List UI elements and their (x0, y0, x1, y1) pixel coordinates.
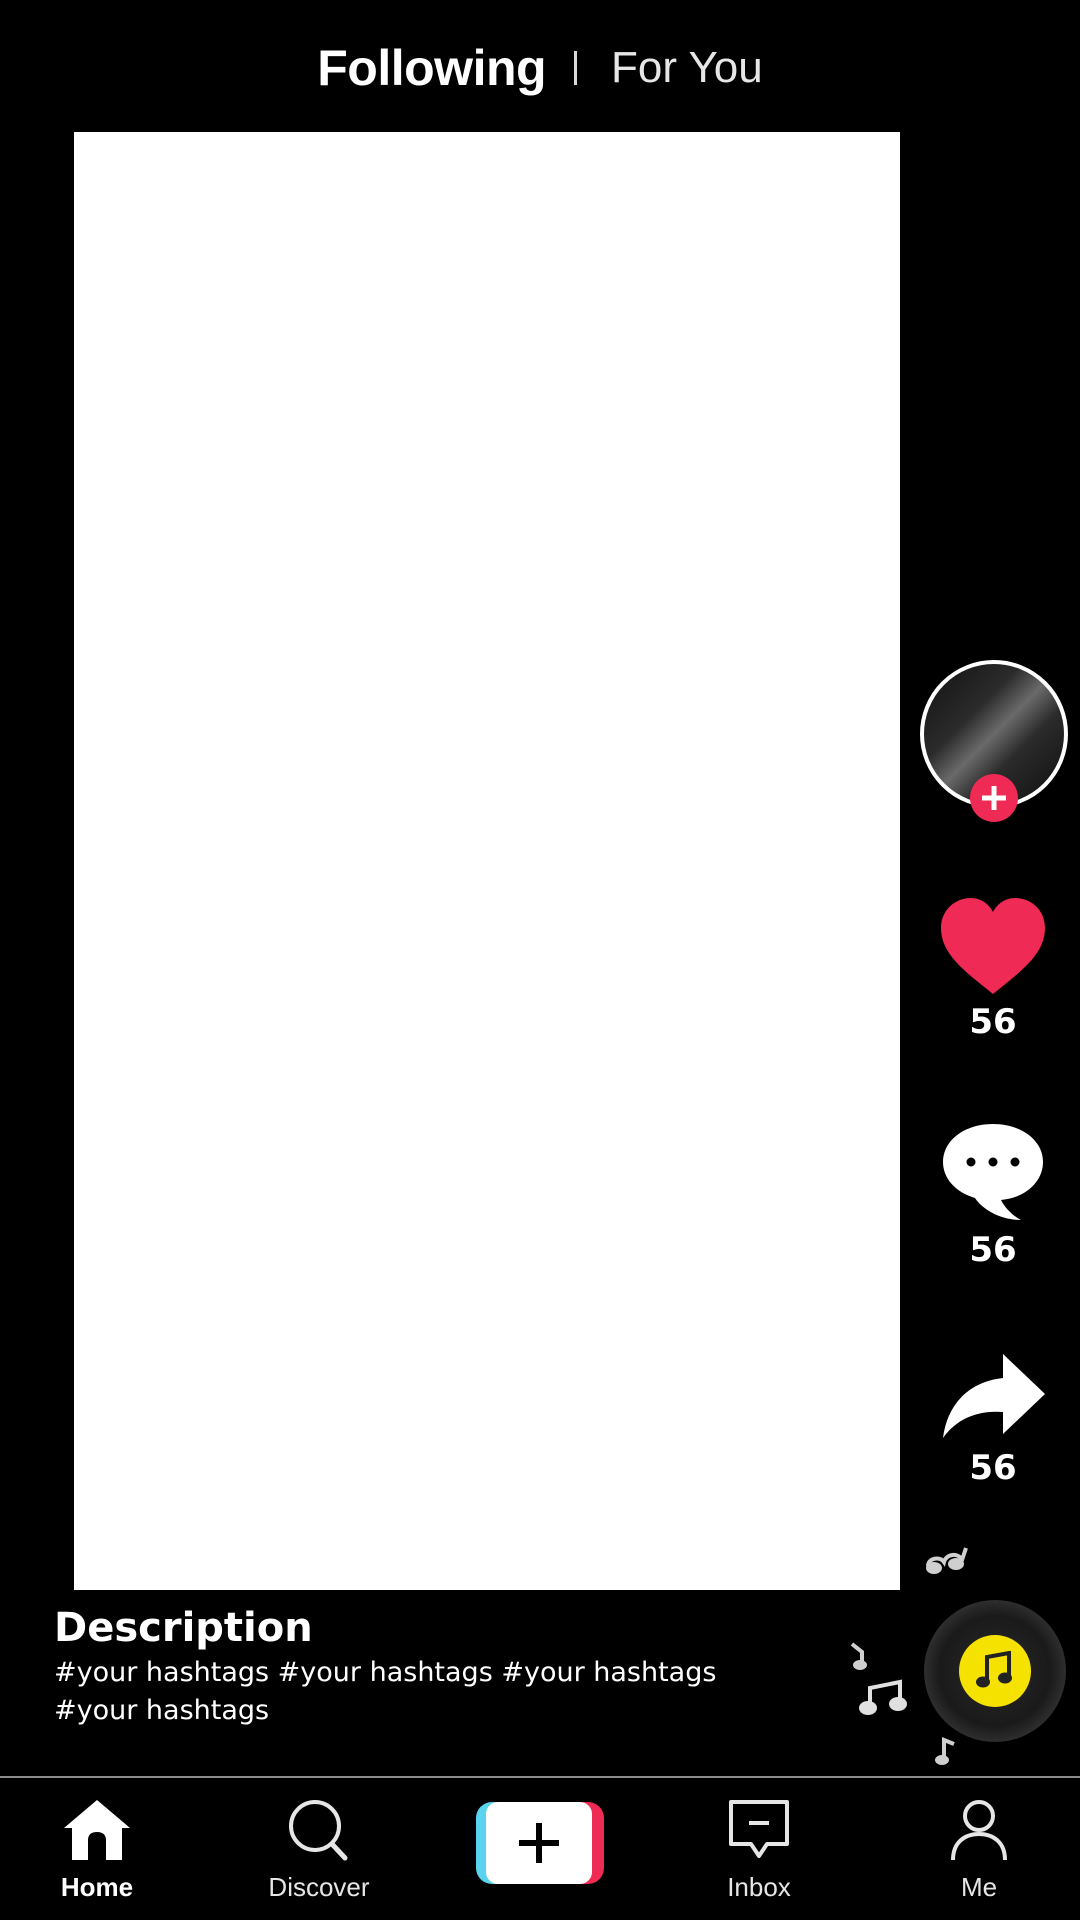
plus-icon (982, 786, 1006, 810)
music-note-icon (850, 1642, 867, 1670)
like-count: 56 (969, 1002, 1017, 1042)
tab-for-you[interactable]: For You (611, 46, 763, 90)
music-note-icon (859, 1679, 907, 1715)
follow-button[interactable] (970, 774, 1018, 822)
nav-me-label: Me (960, 1872, 998, 1902)
share-button[interactable]: 56 (930, 1352, 1056, 1488)
nav-me[interactable]: Me (899, 1798, 1059, 1903)
create-button[interactable] (476, 1802, 604, 1884)
music-note-icon (976, 1651, 1012, 1688)
nav-inbox-label: Inbox (727, 1872, 791, 1902)
tab-following[interactable]: Following (317, 43, 546, 93)
nav-discover-label: Discover (268, 1872, 370, 1902)
hashtags-line[interactable]: #your hashtags (54, 1692, 814, 1730)
music-note-icon (926, 1547, 968, 1574)
like-button[interactable]: 56 (930, 896, 1056, 1042)
music-note-icon (935, 1737, 955, 1765)
nav-home-label: Home (60, 1872, 134, 1902)
inbox-icon (729, 1800, 789, 1858)
heart-icon (941, 898, 1045, 994)
description-title: Description (54, 1605, 313, 1651)
create-button-face (486, 1802, 592, 1884)
hashtags-line[interactable]: #your hashtags #your hashtags #your hash… (54, 1654, 814, 1692)
feed-tabs: Following For You (0, 30, 1080, 106)
comment-button[interactable]: 56 (930, 1120, 1056, 1270)
video-description: Description #your hashtags #your hashtag… (54, 1602, 814, 1730)
comment-icon (943, 1124, 1043, 1220)
nav-discover[interactable]: Discover (239, 1798, 399, 1903)
video-player[interactable] (74, 132, 900, 1590)
share-count: 56 (969, 1448, 1017, 1488)
home-icon (64, 1800, 130, 1860)
comment-count: 56 (969, 1230, 1017, 1270)
music-disc[interactable] (924, 1600, 1066, 1742)
screen: Following For You 56 56 56 Description #… (0, 0, 1080, 1920)
search-icon (289, 1800, 348, 1861)
nav-home[interactable]: Home (17, 1798, 177, 1903)
share-icon (943, 1354, 1045, 1438)
plus-icon (519, 1823, 559, 1863)
profile-icon (951, 1800, 1007, 1861)
nav-inbox[interactable]: Inbox (679, 1798, 839, 1903)
creator-avatar-group (920, 660, 1068, 822)
bottom-nav: Home Discover Inbox Me (0, 1776, 1080, 1920)
music-disc-label (959, 1635, 1031, 1707)
tab-divider (574, 51, 578, 85)
description-hashtags: #your hashtags #your hashtags #your hash… (54, 1654, 814, 1730)
